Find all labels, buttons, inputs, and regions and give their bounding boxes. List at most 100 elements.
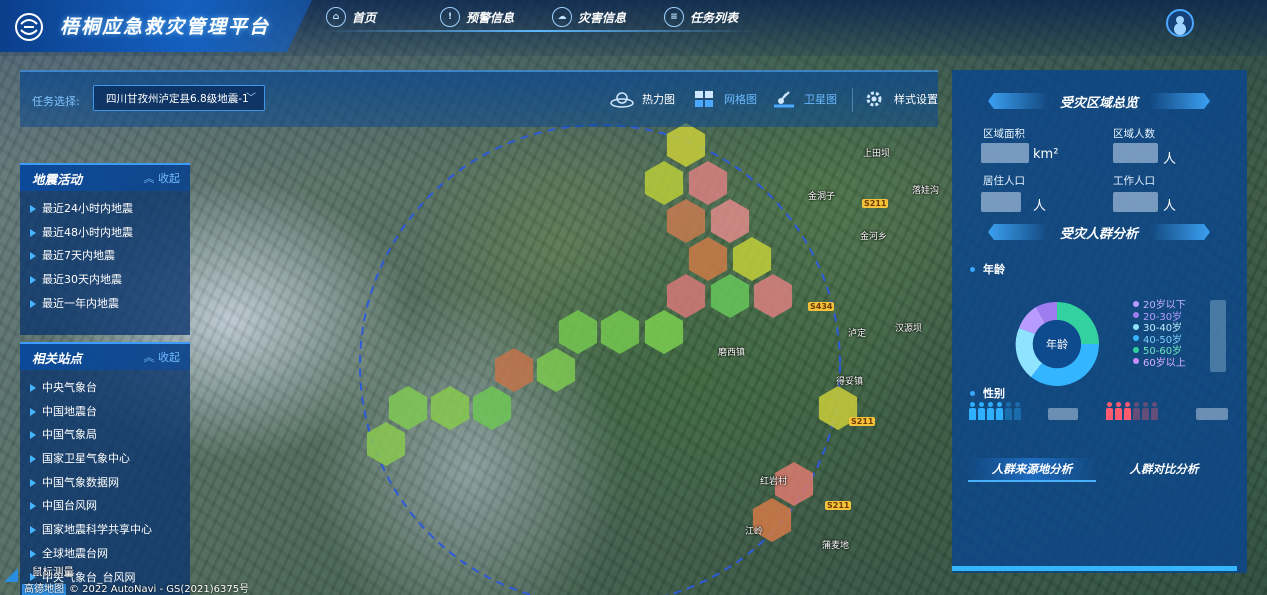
- earthquake-item-label: 最近24小时内地震: [42, 202, 133, 215]
- station-link[interactable]: 中国气象局: [30, 423, 190, 447]
- age-values-redacted: [1210, 300, 1226, 372]
- tab-label: 人群对比分析: [1129, 462, 1199, 476]
- area-value-redacted: [981, 143, 1029, 163]
- station-link[interactable]: 全球地震台网: [30, 542, 190, 566]
- population-unit: 人: [1163, 152, 1177, 167]
- station-link-label: 全球地震台网: [42, 546, 108, 560]
- hex-cell[interactable]: [558, 310, 598, 354]
- hex-cell[interactable]: [644, 310, 684, 354]
- hex-cell[interactable]: [666, 199, 706, 243]
- earthquake-item-label: 最近30天内地震: [42, 273, 122, 287]
- map-place-label: 蒲麦地: [822, 541, 850, 551]
- station-link[interactable]: 中国地震台: [30, 400, 190, 424]
- nav-tasks[interactable]: ≡ 任务列表: [664, 4, 738, 30]
- map-place-label: 汉源坝: [895, 324, 923, 334]
- tool-label: 样式设置: [894, 93, 938, 106]
- tool-satellite[interactable]: 卫星图: [770, 89, 837, 109]
- nav-home[interactable]: ⌂ 首页: [326, 4, 376, 30]
- hex-cell[interactable]: [600, 310, 640, 354]
- hex-cell[interactable]: [666, 123, 706, 167]
- age-legend-item[interactable]: 60岁以上: [1133, 356, 1186, 369]
- caret-right-icon: [30, 525, 36, 534]
- station-link[interactable]: 国家地震科学共享中心: [30, 518, 190, 542]
- toolbar-divider: [852, 88, 853, 112]
- cloud-icon: ☁: [552, 7, 572, 27]
- user-avatar-icon[interactable]: [1166, 9, 1194, 37]
- hex-cell[interactable]: [536, 348, 576, 392]
- age-donut-chart: 年龄: [1015, 301, 1099, 387]
- task-select[interactable]: 四川甘孜州泸定县6.8级地震-1 ﹀: [93, 85, 265, 111]
- age-label: 年龄: [983, 263, 1005, 276]
- nav-label: 任务列表: [690, 10, 739, 25]
- hex-cell[interactable]: [688, 161, 728, 205]
- tool-label: 卫星图: [804, 93, 837, 106]
- earthquake-item[interactable]: 最近30天内地震: [30, 268, 190, 292]
- tab-crowd-compare[interactable]: 人群对比分析: [1108, 458, 1220, 480]
- hex-cell[interactable]: [494, 348, 534, 392]
- earthquake-item-label: 最近一年内地震: [42, 296, 119, 310]
- legend-dot-icon: [1133, 312, 1139, 319]
- hex-cell[interactable]: [430, 386, 470, 430]
- chevron-down-icon: ﹀: [246, 93, 256, 104]
- working-label: 工作人口: [1113, 175, 1155, 187]
- road-shield: S211: [825, 501, 852, 510]
- road-shield: S211: [862, 199, 889, 208]
- area-overview-title: 受灾区域总览: [1059, 95, 1138, 111]
- male-person-icon: [996, 402, 1003, 420]
- satellite-icon: [770, 89, 798, 109]
- legend-dot-icon: [1133, 323, 1139, 330]
- nav-alerts[interactable]: ! 预警信息: [440, 4, 514, 30]
- hex-cell[interactable]: [666, 274, 706, 318]
- tab-label: 人群来源地分析: [991, 462, 1073, 476]
- earthquake-collapse-button[interactable]: ︽ 收起: [144, 170, 181, 186]
- logo-icon: [15, 13, 43, 41]
- crowd-analysis-heading: 受灾人群分析: [988, 222, 1210, 242]
- female-person-icon: [1115, 402, 1122, 420]
- map-place-label: 得妥镇: [836, 377, 864, 387]
- resident-label: 居住人口: [983, 175, 1025, 187]
- hex-cell[interactable]: [388, 386, 428, 430]
- collapse-label: 收起: [158, 172, 180, 185]
- station-link[interactable]: 中国台风网: [30, 494, 190, 518]
- hex-cell[interactable]: [644, 161, 684, 205]
- female-person-icon: [1106, 402, 1113, 420]
- caret-right-icon: [30, 228, 36, 237]
- tool-style-settings[interactable]: 样式设置: [860, 89, 938, 109]
- tab-crowd-origin[interactable]: 人群来源地分析: [968, 458, 1096, 482]
- app-title: 梧桐应急救灾管理平台: [60, 16, 271, 38]
- hex-cell[interactable]: [366, 422, 406, 466]
- earthquake-item[interactable]: 最近7天内地震: [30, 244, 190, 268]
- hex-cell[interactable]: [710, 274, 750, 318]
- earthquake-item[interactable]: 最近一年内地震: [30, 292, 190, 316]
- caret-right-icon: [30, 478, 36, 487]
- earthquake-item[interactable]: 最近48小时内地震: [30, 221, 190, 245]
- hex-cell[interactable]: [753, 274, 793, 318]
- hex-cell[interactable]: [688, 237, 728, 281]
- map-place-label: 江岭: [745, 527, 764, 537]
- map-place-label: 金河乡: [860, 232, 888, 242]
- stations-collapse-button[interactable]: ︽ 收起: [144, 349, 181, 365]
- stations-panel-header: 相关站点 ︽ 收起: [20, 342, 190, 370]
- map-copyright-text: © 2022 AutoNavi - GS(2021)6375号: [69, 584, 250, 595]
- top-header: 梧桐应急救灾管理平台 ⌂ 首页 ! 预警信息 ☁ 灾害信息 ≡ 任务列表: [0, 0, 1267, 56]
- station-link[interactable]: 中央气象台: [30, 376, 190, 400]
- hex-cell[interactable]: [710, 199, 750, 243]
- earthquake-list: 最近24小时内地震 最近48小时内地震 最近7天内地震 最近30天内地震 最近一…: [20, 191, 190, 315]
- station-link[interactable]: 中国气象数据网: [30, 471, 190, 495]
- station-link[interactable]: 国家卫星气象中心: [30, 447, 190, 471]
- working-value-redacted: [1113, 192, 1158, 212]
- stations-panel-title: 相关站点: [32, 350, 83, 366]
- hex-cell[interactable]: [732, 237, 772, 281]
- map-place-label: 金洞子: [808, 192, 836, 202]
- male-value-redacted: [1048, 408, 1078, 420]
- hex-cell[interactable]: [472, 386, 512, 430]
- legend-dot-icon: [1133, 358, 1139, 365]
- tool-grid[interactable]: 网格图: [690, 89, 757, 109]
- task-select-label: 任务选择:: [32, 95, 80, 108]
- tool-label: 热力图: [642, 93, 675, 106]
- nav-disasters[interactable]: ☁ 灾害信息: [552, 4, 626, 30]
- tool-heatmap[interactable]: 热力图: [608, 89, 675, 109]
- measure-tool[interactable]: 鼠标测量: [32, 564, 74, 579]
- earthquake-item[interactable]: 最近24小时内地震: [30, 197, 190, 221]
- age-legend-label: 60岁以上: [1143, 357, 1186, 369]
